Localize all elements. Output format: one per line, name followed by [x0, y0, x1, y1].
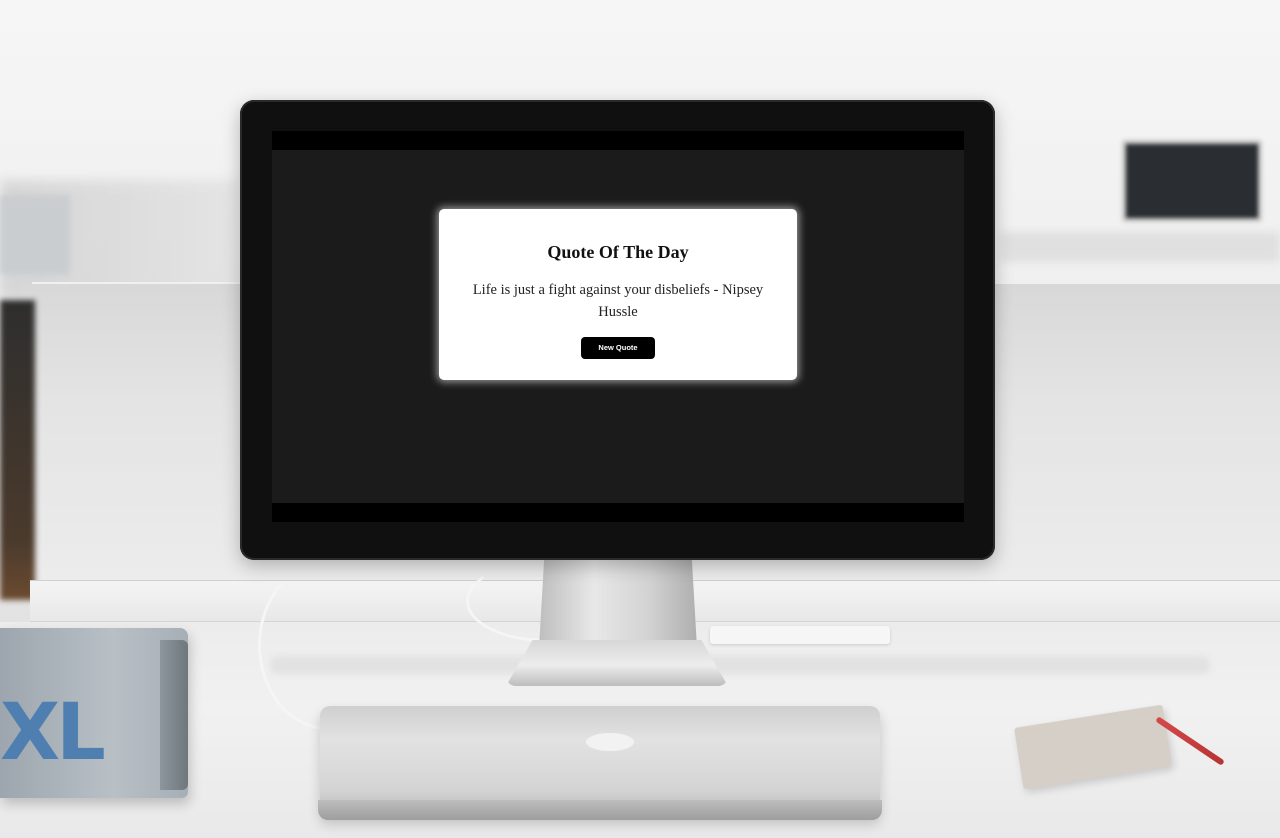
background-monitor-left — [0, 195, 70, 275]
background-monitor-right — [1122, 140, 1262, 222]
quote-text: Life is just a fight against your disbel… — [472, 282, 764, 320]
laptop-edge — [318, 800, 882, 820]
new-quote-button[interactable]: New Quote — [581, 337, 655, 359]
cable — [258, 560, 398, 730]
book-spine — [160, 640, 188, 790]
page-title: Quote Of The Day — [547, 242, 689, 262]
quote-card: Quote Of The Day Life is just a fight ag… — [439, 209, 797, 380]
usb-hub — [710, 626, 890, 644]
keyboard-shadow — [270, 656, 1210, 674]
app-viewport: Quote Of The Day Life is just a fight ag… — [272, 150, 964, 503]
background-shelf-right — [1000, 232, 1280, 262]
background-chair — [0, 300, 35, 600]
book-label: XL — [0, 688, 106, 778]
monitor-screen: Quote Of The Day Life is just a fight ag… — [272, 131, 964, 522]
monitor-stand-base — [506, 640, 728, 686]
laptop-logo-icon — [586, 733, 634, 751]
